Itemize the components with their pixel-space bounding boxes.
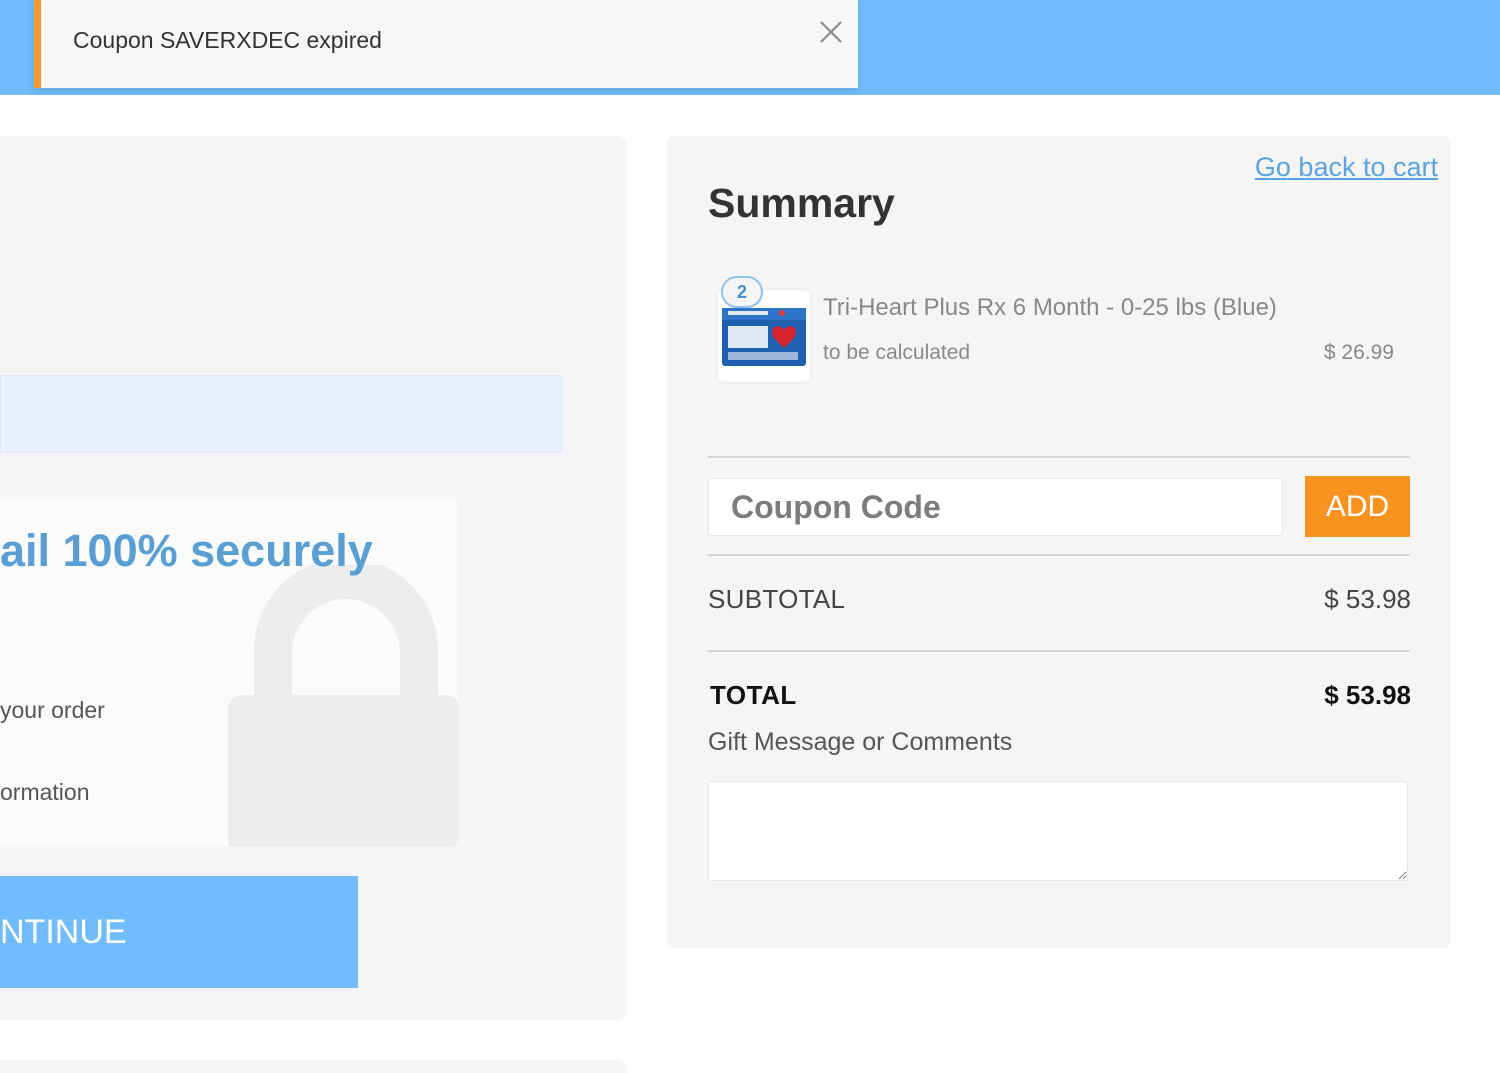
product-name: Tri-Heart Plus Rx 6 Month - 0-25 lbs (Bl…: [823, 294, 1277, 321]
subtotal-value: $ 53.98: [1324, 584, 1411, 614]
info-bar: [0, 375, 562, 453]
lock-icon: [228, 558, 458, 847]
secure-heading: ail 100% securely: [0, 525, 373, 576]
summary-title: Summary: [708, 180, 895, 226]
product-price: $ 26.99: [1323, 341, 1394, 364]
coupon-code-input[interactable]: [708, 478, 1283, 536]
divider: [708, 650, 1410, 652]
close-icon[interactable]: [813, 14, 849, 50]
shipping-status: to be calculated: [823, 341, 971, 364]
coupon-expired-toast: Coupon SAVERXDEC expired: [34, 0, 858, 88]
subtotal-label: SUBTOTAL: [708, 584, 846, 614]
go-back-to-cart-link[interactable]: Go back to cart: [1255, 152, 1438, 183]
gift-message-label: Gift Message or Comments: [708, 728, 1013, 756]
gift-message-textarea[interactable]: [708, 781, 1408, 881]
toast-message: Coupon SAVERXDEC expired: [73, 27, 382, 53]
next-section-panel: [0, 1060, 626, 1073]
continue-button[interactable]: NTINUE: [0, 876, 358, 988]
secure-benefit-2: ormation: [0, 779, 90, 805]
total-value: $ 53.98: [1324, 680, 1411, 710]
checkout-form-panel: ail 100% securely your order ormation NT…: [0, 136, 626, 1020]
add-coupon-button[interactable]: ADD: [1305, 476, 1410, 537]
total-label: TOTAL: [710, 680, 797, 710]
order-summary-panel: Go back to cart Summary 2 Tri-Heart Plus…: [666, 136, 1451, 948]
secure-checkout-card: ail 100% securely your order ormation: [0, 497, 458, 847]
divider: [708, 456, 1410, 458]
secure-benefit-1: your order: [0, 697, 105, 723]
divider: [708, 554, 1410, 556]
quantity-badge: 2: [721, 276, 763, 308]
